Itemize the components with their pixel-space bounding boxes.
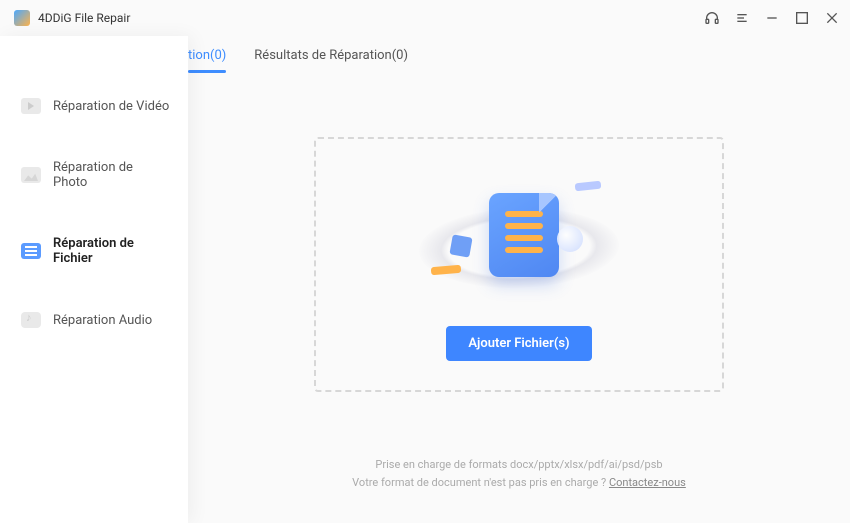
main-content: tion(0) Résultats de Réparation(0) Ajout…	[188, 36, 850, 523]
add-files-button[interactable]: Ajouter Fichier(s)	[446, 326, 591, 361]
file-illustration-icon	[409, 168, 629, 308]
supported-formats-text: Prise en charge de formats docx/pptx/xls…	[188, 456, 850, 475]
tab-preparation[interactable]: tion(0)	[188, 42, 226, 73]
sidebar-item-label: Réparation de Photo	[53, 160, 170, 190]
title-left: 4DDiG File Repair	[14, 10, 130, 26]
sidebar-item-video-repair[interactable]: Réparation de Vidéo	[0, 84, 188, 128]
sidebar-item-photo-repair[interactable]: Réparation de Photo	[0, 146, 188, 204]
unsupported-format-text: Votre format de document n'est pas pris …	[188, 474, 850, 493]
tab-label: Résultats de Réparation(0)	[254, 48, 408, 63]
tab-repair-results[interactable]: Résultats de Réparation(0)	[254, 42, 408, 73]
footer-hint: Prise en charge de formats docx/pptx/xls…	[188, 456, 850, 523]
tab-label: tion(0)	[188, 48, 226, 63]
photo-icon	[21, 167, 41, 183]
close-icon[interactable]	[824, 10, 840, 26]
file-dropzone[interactable]: Ajouter Fichier(s)	[314, 137, 724, 392]
app-title: 4DDiG File Repair	[38, 11, 130, 25]
sidebar-item-audio-repair[interactable]: Réparation Audio	[0, 298, 188, 342]
tabs: tion(0) Résultats de Réparation(0)	[188, 42, 850, 74]
file-icon	[21, 243, 41, 259]
video-icon	[21, 98, 41, 114]
sidebar-item-file-repair[interactable]: Réparation de Fichier	[0, 222, 188, 280]
sidebar-item-label: Réparation de Vidéo	[53, 99, 169, 114]
sidebar: Réparation de Vidéo Réparation de Photo …	[0, 36, 188, 523]
menu-icon[interactable]	[734, 10, 750, 26]
contact-us-link[interactable]: Contactez-nous	[609, 476, 686, 489]
audio-icon	[21, 312, 41, 328]
dropzone-area: Ajouter Fichier(s)	[188, 74, 850, 456]
maximize-icon[interactable]	[794, 10, 810, 26]
titlebar: 4DDiG File Repair	[0, 0, 850, 36]
app-body: Réparation de Vidéo Réparation de Photo …	[0, 36, 850, 523]
headphones-icon[interactable]	[704, 10, 720, 26]
app-logo-icon	[14, 10, 30, 26]
minimize-icon[interactable]	[764, 10, 780, 26]
window-controls	[704, 10, 840, 26]
sidebar-item-label: Réparation de Fichier	[53, 236, 170, 266]
sidebar-item-label: Réparation Audio	[53, 313, 152, 328]
